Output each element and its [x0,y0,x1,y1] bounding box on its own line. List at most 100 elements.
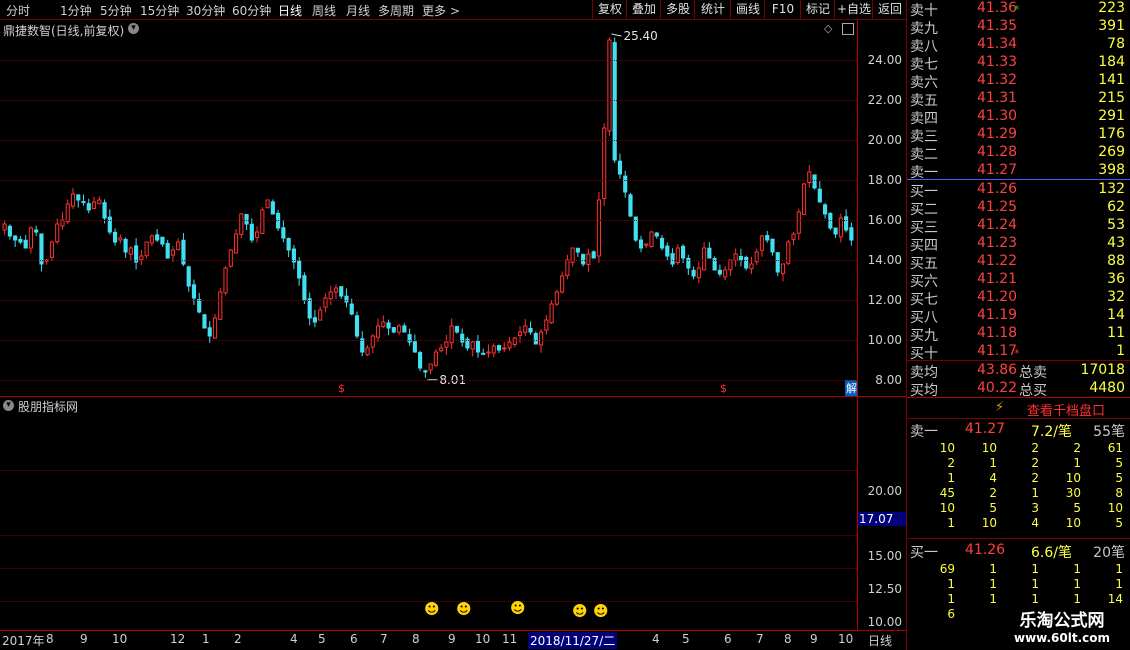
level-price: 41.27 [977,162,1018,178]
queue-cell: 30 [1065,486,1081,500]
period-tab-weekly[interactable]: 周线 [312,2,336,19]
queue-cell: 5 [1115,471,1123,485]
smiley-icon: ☻ [456,600,472,618]
period-tab-monthly[interactable]: 月线 [346,2,370,19]
period-tab-1min[interactable]: 1分钟 [60,2,92,19]
candle-body [638,239,644,249]
queue-cell: 10 [1065,516,1081,530]
draw-line-button[interactable]: 画线 [730,0,765,19]
candle-body [833,227,838,235]
price-tick-label: 22.00 [867,93,902,107]
candle-body [623,175,628,193]
buy-level-row[interactable]: 买一 41.26 132 [907,181,1125,200]
candle-body [97,199,102,205]
sell-level-row[interactable]: 卖四 41.30 291 [907,108,1125,127]
candle-body [412,341,417,353]
candle-body [502,347,507,350]
period-tab-60min[interactable]: 60分钟 [232,2,271,19]
queue-cell: 8 [1115,486,1123,500]
candle-body [333,287,339,293]
buy-level-row[interactable]: 买二 41.25 62 [907,199,1125,218]
add-watchlist-button[interactable]: +自选 [834,0,873,19]
level-volume: 88 [1107,253,1125,269]
buy-level-row[interactable]: 买九 41.18 11 [907,325,1125,344]
buy-level-row[interactable]: 买五 41.22 88 [907,253,1125,272]
candle-body [2,223,7,231]
level-volume: 78 [1107,36,1125,52]
queue-cell: 2 [1031,441,1039,455]
level-price: 41.30 [977,108,1018,124]
price-tick-label: 20.00 [867,133,902,147]
level-label: 卖九 [910,21,938,37]
level-price: 41.24 [977,217,1018,233]
queue-cell: 2 [989,486,997,500]
depth-button[interactable]: 查看千档盘口 [1027,400,1105,419]
level-volume: 184 [1098,54,1125,70]
statistics-button[interactable]: 统计 [694,0,731,19]
candle-body [13,235,18,241]
queue-row: 10 10 2 2 61 [907,441,1125,456]
queue-cell: 69 [939,562,955,576]
level-volume: 62 [1107,199,1125,215]
candle-body [128,247,133,255]
f10-button[interactable]: F10 [764,0,801,19]
level-label: 卖三 [910,129,938,145]
queue-cell: 1 [947,516,955,530]
level-volume: 215 [1098,90,1125,106]
date-label: 5 [318,632,326,646]
candle-body [149,235,154,244]
candle-body [491,345,496,354]
candle-body [549,303,554,324]
sell-level-row[interactable]: 卖九 41.35 391 [907,18,1125,37]
buy-level-row[interactable]: 买三 41.24 53 [907,217,1125,236]
multi-stock-button[interactable]: 多股 [660,0,695,19]
chevron-down-icon[interactable]: ▾ [3,400,14,411]
candle-body [155,234,160,241]
buy-level-row[interactable]: 买八 41.19 14 [907,307,1125,326]
summary-divider [907,360,1130,361]
watermark-title: 乐淘公式网 [1019,611,1105,631]
buy-level-row[interactable]: 买七 41.20 32 [907,289,1125,308]
candle-body [7,225,12,237]
level-price: 41.19 [977,307,1018,323]
period-tab-more[interactable]: 更多 > [422,2,460,19]
sell-level-row[interactable]: 卖三 41.29 176 [907,126,1125,145]
candle-body [822,204,828,215]
period-tab-30min[interactable]: 30分钟 [186,2,225,19]
buy-level-row[interactable]: 买四 41.23 43 [907,235,1125,254]
queue-row: 1 1 1 1 1 [907,577,1125,592]
spread-divider [907,179,1130,180]
sell-level-row[interactable]: 卖八 41.34 78 [907,36,1125,55]
queue-cell: 2 [947,456,955,470]
candle-body [423,370,428,373]
mark-button[interactable]: 标记 [800,0,835,19]
sell-level-row[interactable]: 卖二 41.28 269 [907,144,1125,163]
period-tab-multi[interactable]: 多周期 [378,2,414,19]
sell-level-row[interactable]: 卖七 41.33 184 [907,54,1125,73]
candlestick-panel[interactable]: 鼎捷数智(日线,前复权) ▾ ◇ 25.40 8.01 $ $ 解 [0,20,858,396]
overlay-button[interactable]: 叠加 [626,0,661,19]
candle-body [717,269,722,275]
level-label: 买七 [910,292,938,308]
back-button[interactable]: 返回 [872,0,907,19]
queue-row: 69 1 1 1 1 [907,562,1125,577]
level-price: 41.34 [977,36,1018,52]
candle-body [575,247,580,253]
candle-body [433,351,438,366]
sell-level-row[interactable]: 卖一 41.27 398 [907,162,1125,181]
sell-level-row[interactable]: 卖六 41.32 141 [907,72,1125,91]
period-tab-5min[interactable]: 5分钟 [100,2,132,19]
period-tab-daily[interactable]: 日线 [278,2,302,19]
period-tab-15min[interactable]: 15分钟 [140,2,179,19]
candle-body [528,327,533,333]
price-tick-label: 10.00 [867,333,902,347]
queue-cell: 1 [1073,456,1081,470]
period-tag[interactable]: 日线 [868,632,892,649]
candle-body [602,127,607,199]
indicator-panel[interactable]: ▾ 股朋指标网 ☻ ☻ ☻ ☻ ☻ [0,397,857,630]
sell-level-row[interactable]: 卖五 41.31 215 [907,90,1125,109]
fuquan-button[interactable]: 复权 [592,0,627,19]
period-tab-fenshi[interactable]: 分时 [6,2,30,19]
buy-level-row[interactable]: 买六 41.21 36 [907,271,1125,290]
queue-cell: 10 [939,501,955,515]
